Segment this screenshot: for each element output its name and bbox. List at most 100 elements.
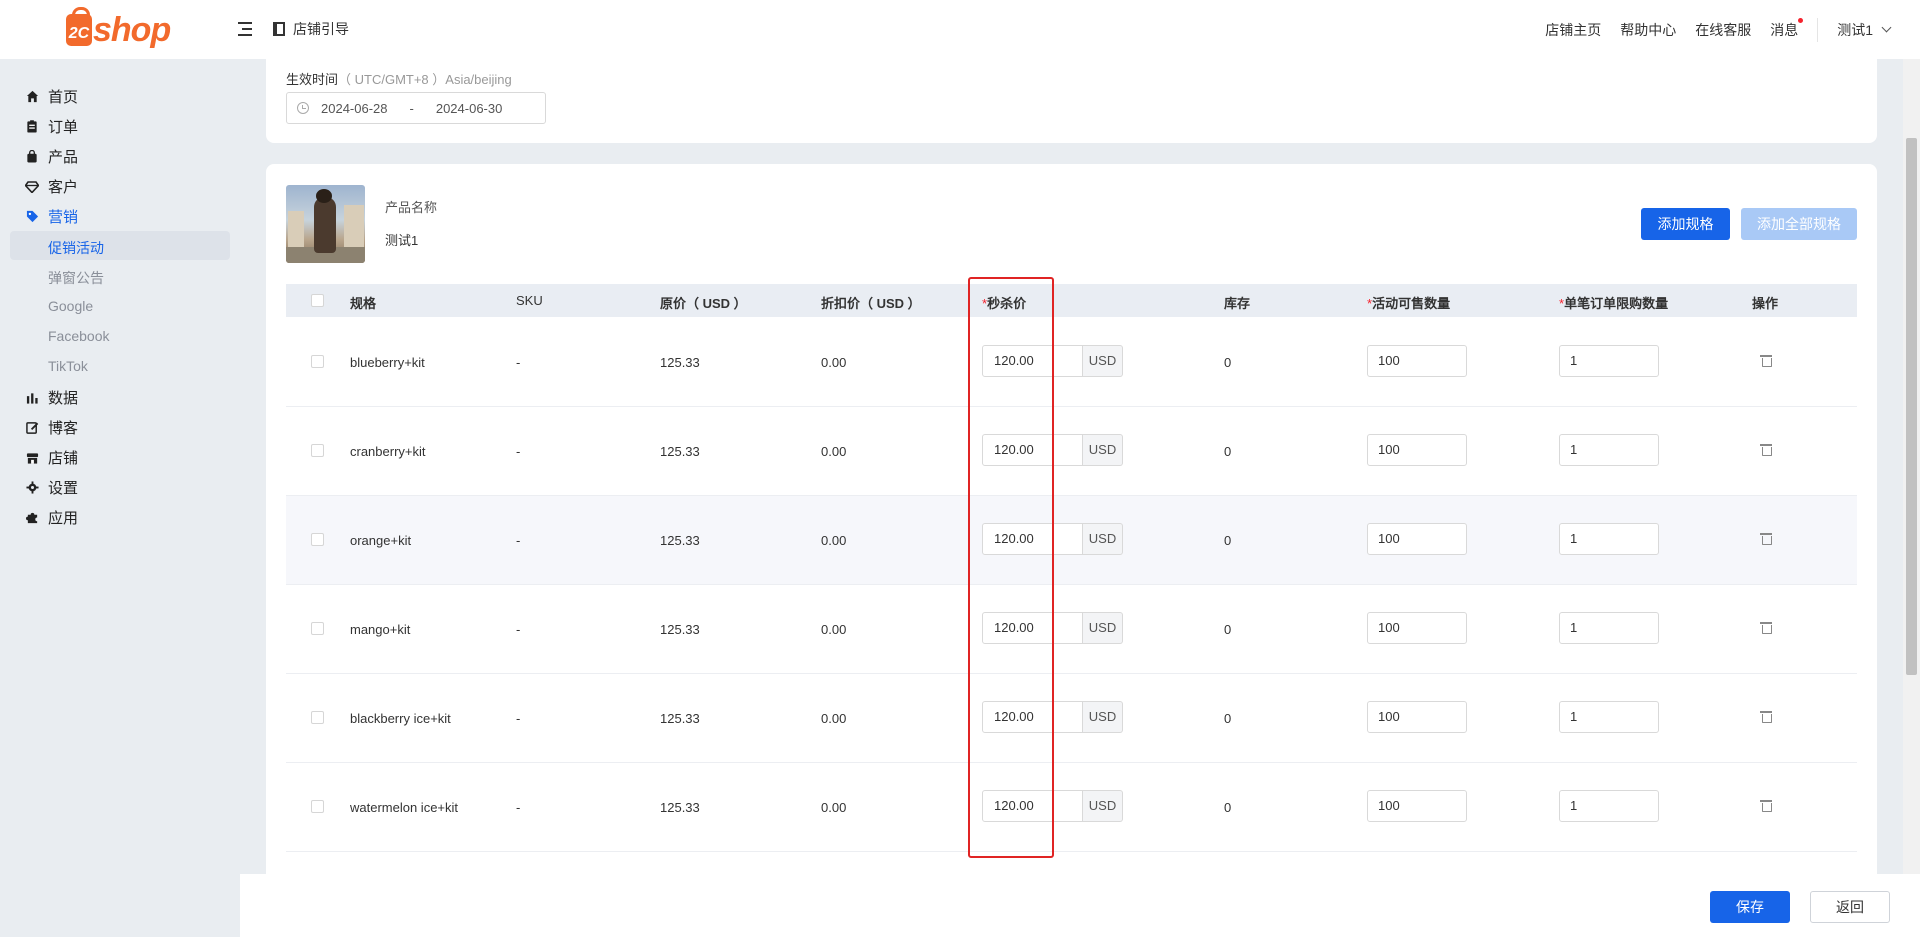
activity-qty-input[interactable]: 100 xyxy=(1367,612,1467,644)
sidebar-item-customers[interactable]: 客户 xyxy=(25,176,78,197)
sub-item-popup[interactable]: 弹窗公告 xyxy=(48,268,104,288)
cell-discount-price: 0.00 xyxy=(821,355,847,370)
activity-qty-input[interactable]: 100 xyxy=(1367,434,1467,466)
cell-spec: mango+kit xyxy=(350,622,411,637)
table-row: blueberry+kit - 125.33 0.00 120.00 USD 0 … xyxy=(286,318,1857,407)
cell-spec: watermelon ice+kit xyxy=(350,800,459,815)
user-menu[interactable]: 测试1 xyxy=(1837,20,1892,40)
store-guide-link[interactable]: 店铺引导 xyxy=(273,19,349,39)
flash-price-input[interactable]: 120.00 xyxy=(982,523,1083,555)
sidebar-item-apps[interactable]: 应用 xyxy=(25,507,78,528)
order-limit-input[interactable]: 1 xyxy=(1559,345,1659,377)
cell-stock: 0 xyxy=(1224,622,1232,637)
sidebar-item-settings[interactable]: 设置 xyxy=(25,477,78,498)
effective-time-label: 生效时间（ UTC/GMT+8 ）Asia/beijing xyxy=(286,69,512,88)
sub-item-google[interactable]: Google xyxy=(48,298,93,314)
sidebar-item-marketing[interactable]: 营销 xyxy=(25,206,78,227)
order-limit-input[interactable]: 1 xyxy=(1559,701,1659,733)
row-checkbox[interactable] xyxy=(311,800,324,813)
cell-original-price: 125.33 xyxy=(660,533,700,548)
col-action: 操作 xyxy=(1752,296,1779,311)
back-button[interactable]: 返回 xyxy=(1810,891,1890,923)
select-all-checkbox[interactable] xyxy=(311,294,324,307)
menu-toggle-icon[interactable] xyxy=(238,20,256,38)
row-checkbox[interactable] xyxy=(311,444,324,457)
col-flash-price: *秒杀价 xyxy=(982,293,1026,312)
cell-discount-price: 0.00 xyxy=(821,622,847,637)
cell-spec: cranberry+kit xyxy=(350,444,426,459)
scrollbar-thumb[interactable] xyxy=(1906,138,1917,675)
user-name: 测试1 xyxy=(1837,21,1873,38)
flash-price-input[interactable]: 120.00 xyxy=(982,701,1083,733)
row-checkbox[interactable] xyxy=(311,533,324,546)
col-activity-qty: *活动可售数量 xyxy=(1367,293,1450,312)
activity-qty-input[interactable]: 100 xyxy=(1367,790,1467,822)
activity-qty-input[interactable]: 100 xyxy=(1367,701,1467,733)
cell-stock: 0 xyxy=(1224,533,1232,548)
delete-icon[interactable] xyxy=(1760,622,1772,634)
order-limit-input[interactable]: 1 xyxy=(1559,523,1659,555)
activity-qty-input[interactable]: 100 xyxy=(1367,345,1467,377)
sidebar-item-blog[interactable]: 博客 xyxy=(25,417,78,438)
flash-price-input[interactable]: 120.00 xyxy=(982,345,1083,377)
cell-sku: - xyxy=(516,800,521,815)
delete-icon[interactable] xyxy=(1760,355,1772,367)
timezone-text: （ UTC/GMT+8 ）Asia/beijing xyxy=(338,72,512,87)
help-center-link[interactable]: 帮助中心 xyxy=(1620,20,1676,40)
order-limit-input[interactable]: 1 xyxy=(1559,612,1659,644)
messages-label: 消息 xyxy=(1770,21,1799,38)
add-spec-button[interactable]: 添加规格 xyxy=(1641,208,1730,240)
store-guide-label: 店铺引导 xyxy=(293,21,349,37)
sub-item-tiktok[interactable]: TikTok xyxy=(48,358,88,374)
sub-item-promotions[interactable]: 促销活动 xyxy=(48,238,104,258)
date-separator: - xyxy=(409,100,414,116)
sidebar-item-home[interactable]: 首页 xyxy=(25,86,78,107)
col-order-limit-label: 单笔订单限购数量 xyxy=(1564,296,1669,311)
flash-price-input[interactable]: 120.00 xyxy=(982,612,1083,644)
messages-link[interactable]: 消息 xyxy=(1770,17,1804,40)
col-spec: 规格 xyxy=(350,296,377,311)
cell-original-price: 125.33 xyxy=(660,800,700,815)
order-icon xyxy=(25,120,39,134)
order-limit-input[interactable]: 1 xyxy=(1559,790,1659,822)
col-original-price: 原价（ USD ） xyxy=(660,296,747,311)
logo-bag-icon: 2C xyxy=(66,7,92,46)
brand-logo[interactable]: 2C shop xyxy=(66,7,171,50)
delete-icon[interactable] xyxy=(1760,444,1772,456)
delete-icon[interactable] xyxy=(1760,800,1772,812)
footer-bar xyxy=(240,874,1920,937)
col-order-limit: *单笔订单限购数量 xyxy=(1559,293,1668,312)
cell-sku: - xyxy=(516,622,521,637)
edit-icon xyxy=(25,421,39,435)
date-range-picker[interactable]: 2024-06-28 - 2024-06-30 xyxy=(286,92,546,124)
sidebar-item-store[interactable]: 店铺 xyxy=(25,447,78,468)
row-checkbox[interactable] xyxy=(311,355,324,368)
currency-suffix: USD xyxy=(1083,790,1123,822)
cell-stock: 0 xyxy=(1224,444,1232,459)
book-icon xyxy=(273,22,285,36)
effective-time-title: 生效时间 xyxy=(286,72,339,87)
sidebar-item-products[interactable]: 产品 xyxy=(25,146,78,167)
product-name: 测试1 xyxy=(385,233,419,248)
flash-price-field: 120.00 USD xyxy=(982,345,1123,377)
end-date: 2024-06-30 xyxy=(435,100,503,116)
online-service-link[interactable]: 在线客服 xyxy=(1695,20,1751,40)
delete-icon[interactable] xyxy=(1760,533,1772,545)
cell-sku: - xyxy=(516,444,521,459)
sidebar-item-label: 设置 xyxy=(48,480,79,497)
flash-price-input[interactable]: 120.00 xyxy=(982,434,1083,466)
cell-stock: 0 xyxy=(1224,800,1232,815)
sidebar-item-orders[interactable]: 订单 xyxy=(25,116,78,137)
cell-original-price: 125.33 xyxy=(660,444,700,459)
store-home-link[interactable]: 店铺主页 xyxy=(1545,20,1601,40)
row-checkbox[interactable] xyxy=(311,622,324,635)
flash-price-input[interactable]: 120.00 xyxy=(982,790,1083,822)
sub-item-facebook[interactable]: Facebook xyxy=(48,328,109,344)
save-button[interactable]: 保存 xyxy=(1710,891,1790,923)
sidebar-item-data[interactable]: 数据 xyxy=(25,387,78,408)
delete-icon[interactable] xyxy=(1760,711,1772,723)
order-limit-input[interactable]: 1 xyxy=(1559,434,1659,466)
col-activity-qty-label: 活动可售数量 xyxy=(1372,296,1451,311)
row-checkbox[interactable] xyxy=(311,711,324,724)
activity-qty-input[interactable]: 100 xyxy=(1367,523,1467,555)
